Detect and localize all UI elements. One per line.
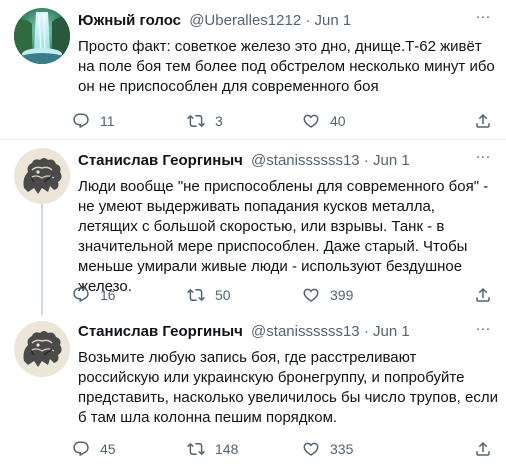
meta-separator: · (363, 152, 369, 169)
tweet-text: Люди вообще "не приспособлены для соврем… (78, 178, 489, 295)
reply-count: 45 (100, 441, 116, 457)
retweet-button[interactable]: 3 (187, 110, 223, 132)
retweet-icon (187, 288, 205, 302)
reply-icon (73, 287, 89, 303)
tweet-header: Станислав Георгиныч @stanissssss13 · Jun… (78, 322, 486, 342)
retweet-button[interactable]: 50 (187, 284, 231, 306)
like-count: 335 (330, 441, 354, 457)
retweet-count: 50 (215, 287, 231, 303)
handle[interactable]: @Uberalles1212 (189, 12, 301, 29)
reply-icon (73, 113, 89, 129)
reply-icon (73, 441, 89, 457)
heart-icon (303, 114, 319, 128)
tweet-actions: 16 50 399 (72, 284, 502, 306)
share-icon (476, 441, 490, 456)
handle[interactable]: @stanissssss13 (251, 152, 360, 169)
tweet-2[interactable]: Станислав Георгиныч @stanissssss13 · Jun… (0, 140, 506, 315)
reply-count: 16 (100, 287, 116, 303)
display-name[interactable]: Южный голос (78, 12, 181, 29)
more-options-icon[interactable]: ··· (472, 149, 494, 170)
retweet-icon (187, 114, 205, 128)
reply-count: 11 (100, 113, 115, 129)
tweet-text: Просто факт: советкое железо это дно, дн… (78, 38, 495, 95)
more-options-icon[interactable]: ··· (472, 321, 494, 342)
share-icon (476, 113, 490, 128)
tweet-date[interactable]: Jun 1 (315, 12, 352, 29)
avatar-heraldic-beast-icon[interactable] (14, 148, 70, 204)
tweet-actions: 45 148 335 (72, 438, 502, 460)
like-button[interactable]: 399 (302, 284, 353, 306)
heart-icon (303, 288, 319, 302)
reply-button[interactable]: 45 (72, 438, 116, 460)
like-count: 40 (330, 113, 346, 129)
display-name[interactable]: Станислав Георгиныч (78, 152, 243, 169)
like-count: 399 (330, 287, 354, 303)
retweet-count: 3 (215, 113, 223, 129)
tweet-date[interactable]: Jun 1 (373, 152, 410, 169)
tweet-text: Возьмите любую запись боя, где расстрели… (78, 349, 498, 426)
tweet-header: Станислав Георгиныч @stanissssss13 · Jun… (78, 151, 486, 171)
avatar-heraldic-beast-icon[interactable] (14, 321, 70, 377)
reply-button[interactable]: 16 (72, 284, 116, 306)
retweet-button[interactable]: 148 (187, 438, 238, 460)
tweet-actions: 11 3 40 (72, 110, 502, 132)
retweet-icon (187, 442, 205, 456)
share-button[interactable] (474, 438, 492, 460)
more-options-icon[interactable]: ··· (472, 9, 494, 30)
share-icon (476, 287, 490, 302)
tweet-feed: Южный голос @Uberalles1212 · Jun 1 ··· П… (0, 0, 506, 470)
like-button[interactable]: 335 (302, 438, 353, 460)
tweet-date[interactable]: Jun 1 (373, 323, 410, 340)
like-button[interactable]: 40 (302, 110, 346, 132)
share-button[interactable] (474, 110, 492, 132)
display-name[interactable]: Станислав Георгиныч (78, 323, 243, 340)
meta-separator: · (305, 12, 311, 29)
reply-button[interactable]: 11 (72, 110, 115, 132)
handle[interactable]: @stanissssss13 (251, 323, 360, 340)
avatar-waterfall-icon[interactable] (14, 8, 70, 64)
heart-icon (303, 442, 319, 456)
tweet-1[interactable]: Южный голос @Uberalles1212 · Jun 1 ··· П… (0, 0, 506, 140)
share-button[interactable] (474, 284, 492, 306)
retweet-count: 148 (215, 441, 239, 457)
tweet-header: Южный голос @Uberalles1212 · Jun 1 (78, 11, 486, 31)
tweet-3[interactable]: Станислав Георгиныч @stanissssss13 · Jun… (0, 315, 506, 470)
meta-separator: · (363, 323, 369, 340)
